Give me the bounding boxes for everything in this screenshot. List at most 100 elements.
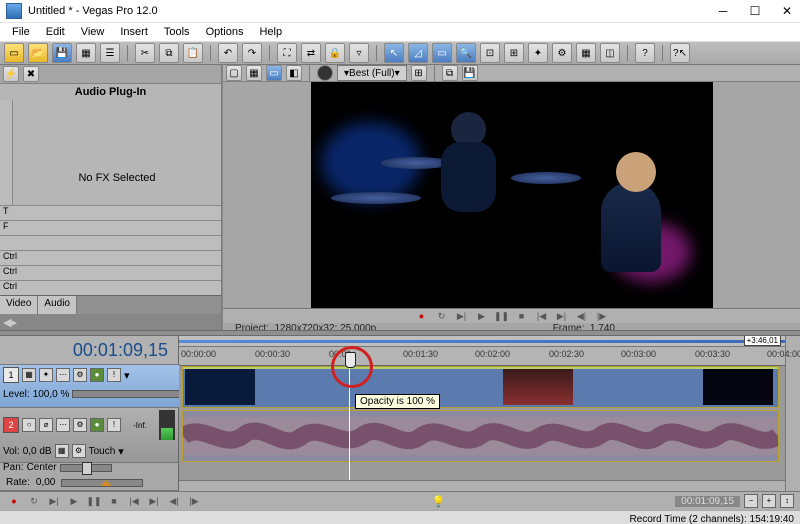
pause-button[interactable]: ❚❚ [494, 309, 510, 323]
undo-button[interactable]: ↶ [218, 43, 238, 63]
snap-button[interactable]: ⛶ [277, 43, 297, 63]
play-button[interactable]: ▶ [66, 494, 82, 508]
menu-insert[interactable]: Insert [112, 24, 156, 40]
rate-slider[interactable] [61, 479, 143, 487]
redo-button[interactable]: ↷ [242, 43, 262, 63]
close-button[interactable]: ✕ [780, 4, 794, 18]
stop-button[interactable]: ■ [514, 309, 530, 323]
zoom-height-icon[interactable]: ↕ [780, 494, 794, 508]
chain-button[interactable]: ⚡ [3, 66, 19, 82]
whats-this-button[interactable]: ?↖ [670, 43, 690, 63]
track-number[interactable]: 2 [3, 417, 19, 433]
plugin-scroll[interactable] [0, 100, 13, 205]
minimize-button[interactable]: ─ [716, 4, 730, 18]
track-motion-icon[interactable]: ✦ [39, 368, 53, 382]
selection-tool[interactable]: ▭ [432, 43, 452, 63]
timecode-display[interactable]: 00:01:09,15 [0, 336, 178, 365]
menu-edit[interactable]: Edit [38, 24, 73, 40]
audio-clip[interactable] [182, 410, 779, 462]
go-start-button[interactable]: |◀ [126, 494, 142, 508]
cursor-timecode[interactable]: 00:01:09,15 [675, 496, 740, 507]
cut-button[interactable]: ✂ [135, 43, 155, 63]
zoom-in-icon[interactable]: + [762, 494, 776, 508]
track-menu-icon[interactable]: ▾ [124, 369, 130, 382]
audio-track-header[interactable]: 2 ○ ⌀ ⋯ ⚙ ● ! -Inf. Vol: 0,0 dB ▦ ⚙ Touc… [0, 408, 178, 463]
track-fx-icon[interactable]: ⋯ [56, 418, 70, 432]
pause-button[interactable]: ❚❚ [86, 494, 102, 508]
track-number[interactable]: 1 [3, 367, 19, 383]
preview-device-button[interactable]: ▭ [266, 65, 282, 81]
envelope-tool[interactable]: ◿ [408, 43, 428, 63]
new-button[interactable]: ▭ [4, 43, 24, 63]
mute-icon[interactable]: ● [90, 368, 104, 382]
zoom-tool[interactable]: 🔍 [456, 43, 476, 63]
toolbar-btn-4[interactable]: ⚙ [552, 43, 572, 63]
marker-bar[interactable]: +3:46,01 [179, 336, 785, 347]
maximize-button[interactable]: ☐ [748, 4, 762, 18]
go-start-button[interactable]: |◀ [534, 309, 550, 323]
bypass-button[interactable]: ✖ [23, 66, 39, 82]
tab-audio[interactable]: Audio [38, 296, 77, 314]
properties-button[interactable]: ☰ [100, 43, 120, 63]
help-button[interactable]: ? [635, 43, 655, 63]
play-start-button[interactable]: ▶| [454, 309, 470, 323]
end-marker[interactable]: +3:46,01 [744, 336, 781, 346]
toolbar-btn-5[interactable]: ▦ [576, 43, 596, 63]
bypass-motion-icon[interactable]: ▦ [22, 368, 36, 382]
prev-frame-button[interactable]: ◀| [166, 494, 182, 508]
record-button[interactable]: ● [6, 494, 22, 508]
automation-mode-icon[interactable]: ⚙ [72, 444, 86, 458]
mute-icon[interactable]: ● [90, 418, 104, 432]
track-fx-icon[interactable]: ⋯ [56, 368, 70, 382]
toolbar-btn-3[interactable]: ✦ [528, 43, 548, 63]
next-frame-button[interactable]: |▶ [186, 494, 202, 508]
toolbar-btn-1[interactable]: ⊡ [480, 43, 500, 63]
solo-icon[interactable]: ! [107, 418, 121, 432]
copy-button[interactable]: ⧉ [159, 43, 179, 63]
normal-edit-tool[interactable]: ↖ [384, 43, 404, 63]
overlays-button[interactable]: ⊞ [411, 65, 427, 81]
record-button[interactable]: ● [414, 309, 430, 323]
preview-quality-select[interactable]: ▾ Best (Full) ▾ [337, 65, 407, 81]
toolbar-btn-2[interactable]: ⊞ [504, 43, 524, 63]
auto-ripple-button[interactable]: ⇄ [301, 43, 321, 63]
automation-icon[interactable]: ⚙ [73, 418, 87, 432]
menu-file[interactable]: File [4, 24, 38, 40]
loop-button[interactable]: ↻ [26, 494, 42, 508]
copy-snapshot-button[interactable]: ⧉ [442, 65, 458, 81]
menu-options[interactable]: Options [198, 24, 252, 40]
h-scrollbar[interactable] [179, 480, 785, 491]
go-end-button[interactable]: ▶| [554, 309, 570, 323]
menu-view[interactable]: View [73, 24, 113, 40]
paste-button[interactable]: 📋 [183, 43, 203, 63]
vol-fx-icon[interactable]: ▦ [55, 444, 69, 458]
invert-phase-icon[interactable]: ⌀ [39, 418, 53, 432]
video-clip[interactable] [182, 366, 779, 408]
loop-button[interactable]: ↻ [434, 309, 450, 323]
pan-slider[interactable] [60, 464, 112, 472]
lock-button[interactable]: 🔒 [325, 43, 345, 63]
next-frame-button[interactable]: |▶ [594, 309, 610, 323]
render-button[interactable]: ▦ [76, 43, 96, 63]
open-button[interactable]: 📂 [28, 43, 48, 63]
ext-monitor-button[interactable]: ▢ [226, 65, 242, 81]
dock-arrow-icon[interactable]: ◀▸ [3, 316, 17, 329]
toolbar-btn-6[interactable]: ◫ [600, 43, 620, 63]
time-ruler[interactable]: 00:00:00 00:00:30 00:01: 00:01:30 00:02:… [179, 347, 785, 366]
save-button[interactable]: 💾 [52, 43, 72, 63]
marker-button[interactable]: ▿ [349, 43, 369, 63]
touch-select[interactable]: Touch [89, 446, 116, 457]
go-end-button[interactable]: ▶| [146, 494, 162, 508]
v-scrollbar[interactable] [785, 336, 800, 491]
zoom-out-icon[interactable]: − [744, 494, 758, 508]
split-screen-button[interactable]: ◧ [286, 65, 302, 81]
video-output-fx-button[interactable]: ▦ [246, 65, 262, 81]
play-start-button[interactable]: ▶| [46, 494, 62, 508]
prev-frame-button[interactable]: ◀| [574, 309, 590, 323]
tab-video[interactable]: Video [0, 296, 38, 314]
automation-icon[interactable]: ⚙ [73, 368, 87, 382]
stop-button[interactable]: ■ [106, 494, 122, 508]
solo-icon[interactable]: ! [107, 368, 121, 382]
timeline[interactable]: +3:46,01 00:00:00 00:00:30 00:01: 00:01:… [179, 336, 785, 491]
arm-record-icon[interactable]: ○ [22, 418, 36, 432]
